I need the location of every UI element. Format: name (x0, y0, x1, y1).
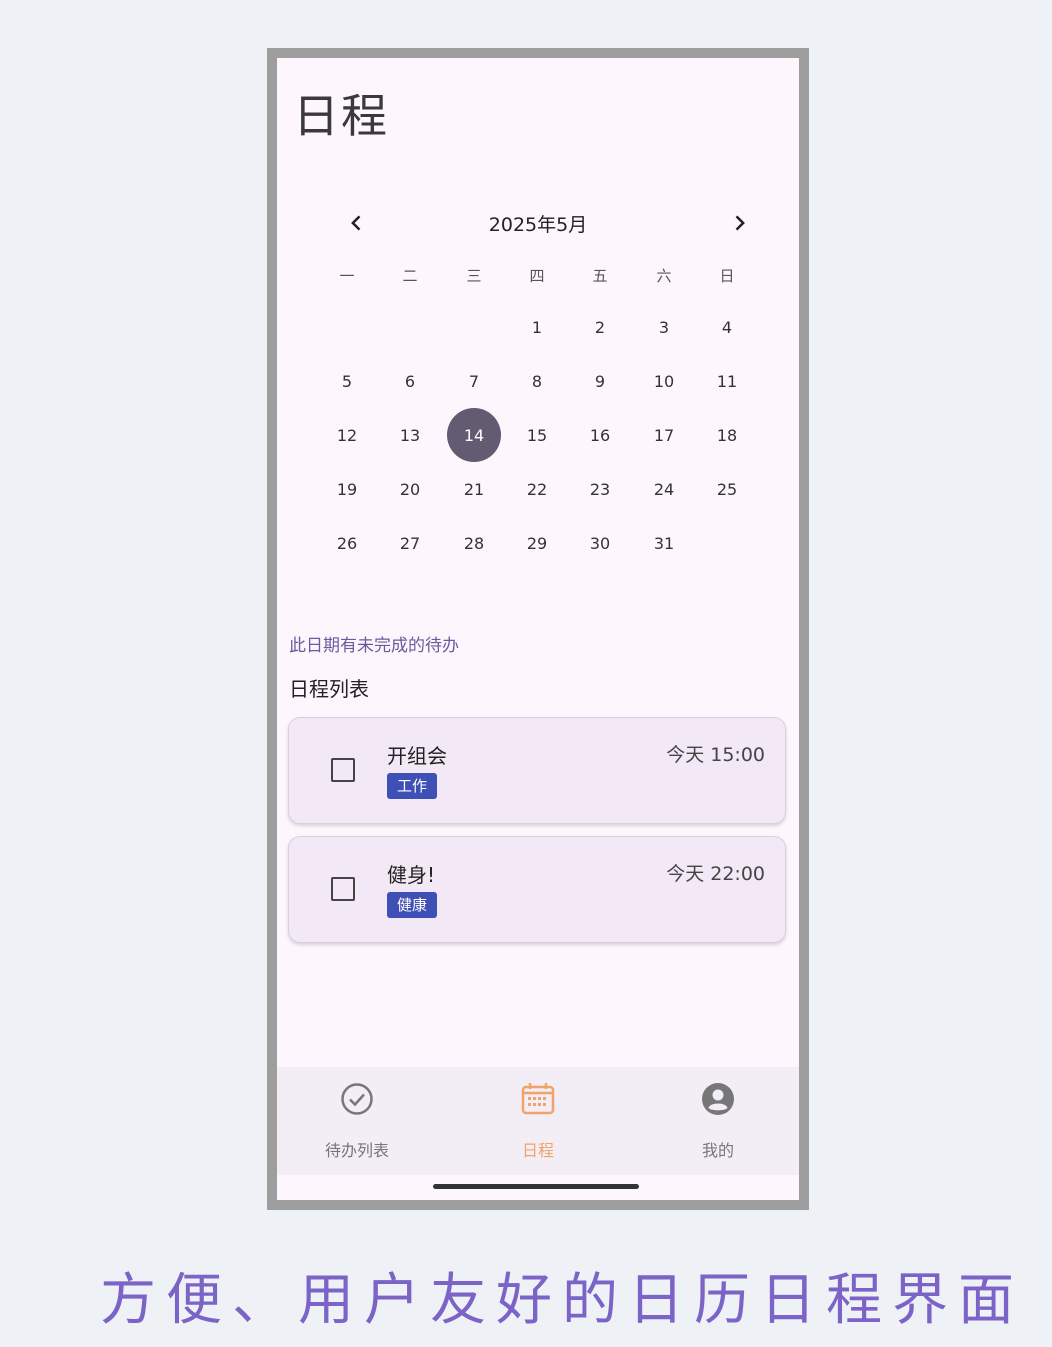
check-circle-icon (341, 1083, 373, 1115)
bottom-navigation: 待办列表 日程 我的 (277, 1067, 799, 1175)
calendar-day-selected[interactable]: 14 (447, 408, 501, 462)
calendar-day[interactable]: 3 (637, 300, 691, 354)
schedule-list-title: 日程列表 (289, 677, 369, 701)
calendar-day[interactable]: 15 (510, 408, 564, 462)
calendar-day[interactable]: 10 (637, 354, 691, 408)
calendar-day[interactable]: 31 (637, 516, 691, 570)
calendar-day[interactable]: 12 (320, 408, 374, 462)
caption: 方便、用户友好的日历日程界面 (100, 1268, 1024, 1333)
calendar-day[interactable]: 9 (573, 354, 627, 408)
pending-todo-note: 此日期有未完成的待办 (289, 636, 459, 656)
calendar-day[interactable]: 23 (573, 462, 627, 516)
home-indicator[interactable] (433, 1184, 639, 1189)
weekday-label: 六 (656, 266, 672, 285)
calendar-day[interactable]: 4 (700, 300, 754, 354)
calendar-day[interactable]: 20 (383, 462, 437, 516)
phone-screen: 日程 2025年5月 一二三四五六日 1 2 3 4 5 6 7 8 9 10 11 12 13 14 15 1… (267, 48, 809, 1210)
calendar-day[interactable]: 26 (320, 516, 374, 570)
calendar-day[interactable]: 22 (510, 462, 564, 516)
schedule-title: 开组会 (387, 744, 447, 768)
calendar-day[interactable]: 30 (573, 516, 627, 570)
calendar-day[interactable]: 1 (510, 300, 564, 354)
weekday-label: 日 (719, 266, 735, 285)
calendar-day[interactable]: 5 (320, 354, 374, 408)
page-title: 日程 (293, 89, 389, 143)
calendar-day[interactable]: 19 (320, 462, 374, 516)
calendar-icon (521, 1083, 555, 1115)
calendar-day[interactable]: 25 (700, 462, 754, 516)
tab-label: 我的 (701, 1141, 734, 1160)
calendar-day[interactable]: 28 (447, 516, 501, 570)
schedule-checkbox[interactable] (331, 758, 355, 782)
schedule-checkbox[interactable] (331, 877, 355, 901)
weekday-label: 五 (592, 266, 608, 285)
schedule-card[interactable]: 健身! 健康 今天 22:00 (288, 836, 786, 943)
next-month-button[interactable] (719, 203, 759, 243)
calendar-day[interactable]: 2 (573, 300, 627, 354)
schedule-card[interactable]: 开组会 工作 今天 15:00 (288, 717, 786, 824)
calendar-day[interactable]: 24 (637, 462, 691, 516)
weekday-label: 二 (402, 266, 418, 285)
calendar-day[interactable]: 6 (383, 354, 437, 408)
account-icon (702, 1083, 734, 1115)
calendar-day[interactable]: 17 (637, 408, 691, 462)
schedule-title: 健身! (387, 863, 436, 887)
calendar-day[interactable]: 16 (573, 408, 627, 462)
calendar-day[interactable]: 11 (700, 354, 754, 408)
calendar-day[interactable]: 29 (510, 516, 564, 570)
tab-label: 日程 (521, 1141, 554, 1160)
weekday-label: 四 (529, 266, 545, 285)
schedule-time: 今天 15:00 (666, 744, 765, 766)
calendar-day[interactable]: 13 (383, 408, 437, 462)
chevron-right-icon (735, 215, 745, 231)
weekday-label: 一 (339, 266, 355, 285)
calendar-day[interactable]: 8 (510, 354, 564, 408)
tab-schedule[interactable]: 日程 (458, 1067, 618, 1175)
schedule-tag: 工作 (387, 773, 438, 799)
schedule-time: 今天 22:00 (666, 863, 765, 885)
tab-profile[interactable]: 我的 (638, 1067, 798, 1175)
tab-label: 待办列表 (324, 1141, 389, 1160)
calendar-day[interactable]: 21 (447, 462, 501, 516)
tab-todo-list[interactable]: 待办列表 (277, 1067, 437, 1175)
calendar-day[interactable]: 18 (700, 408, 754, 462)
schedule-tag: 健康 (387, 892, 438, 918)
weekday-label: 三 (466, 266, 482, 285)
calendar-day[interactable]: 7 (447, 354, 501, 408)
calendar-day[interactable]: 27 (383, 516, 437, 570)
